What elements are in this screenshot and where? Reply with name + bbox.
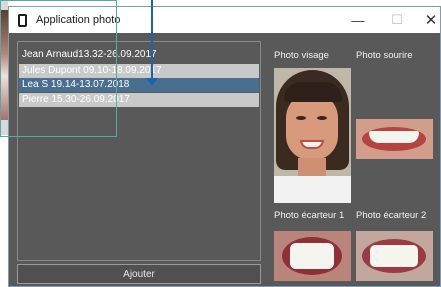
close-button[interactable]: ✕ <box>411 7 441 33</box>
background-window <box>0 0 8 135</box>
minimize-button[interactable]: — <box>338 7 378 33</box>
retractor-photo-2-teeth <box>370 245 418 267</box>
retractor-photo-1-teeth <box>290 243 334 269</box>
photo-ecarteur-1-label: Photo écarteur 1 <box>274 210 345 221</box>
phone-icon <box>18 13 27 27</box>
face-photo-eye <box>296 116 306 120</box>
photo-ecarteur-2-label: Photo écarteur 2 <box>356 210 427 221</box>
face-photo-eye <box>317 116 327 120</box>
cursor-pointer-tip <box>146 78 158 86</box>
patient-list[interactable]: Jean Arnaud13.32-26.09.2017 Jules Dupont… <box>17 41 261 261</box>
app-window: Application photo — ☐ ✕ Jean Arnaud13.32… <box>8 6 441 287</box>
face-photo-shirt <box>274 176 351 203</box>
retractor-photo-2[interactable] <box>356 231 433 281</box>
add-button[interactable]: Ajouter <box>17 264 261 284</box>
title-bar[interactable]: Application photo — ☐ ✕ <box>9 7 440 33</box>
patient-list-item[interactable]: Pierre 15.30-26.09.2017 <box>19 93 259 107</box>
face-photo-skin <box>286 92 338 160</box>
smile-photo-teeth <box>369 131 419 143</box>
cursor-pointer-line <box>151 0 153 83</box>
photo-visage-label: Photo visage <box>274 50 329 61</box>
retractor-photo-1[interactable] <box>274 231 351 281</box>
window-title: Application photo <box>36 14 121 26</box>
patient-list-item[interactable]: Jean Arnaud13.32-26.09.2017 <box>19 48 259 62</box>
patient-list-item[interactable]: Jules Dupont 09.10-18.09.2017 <box>19 64 259 78</box>
patient-list-item-selected[interactable]: Lea S 19.14-13.07.2018 <box>19 78 259 92</box>
smile-photo[interactable] <box>356 119 433 159</box>
face-photo[interactable] <box>274 68 351 203</box>
background-thumbnail <box>0 10 8 120</box>
face-photo-bangs <box>284 82 342 102</box>
photo-sourire-label: Photo sourire <box>356 50 413 61</box>
